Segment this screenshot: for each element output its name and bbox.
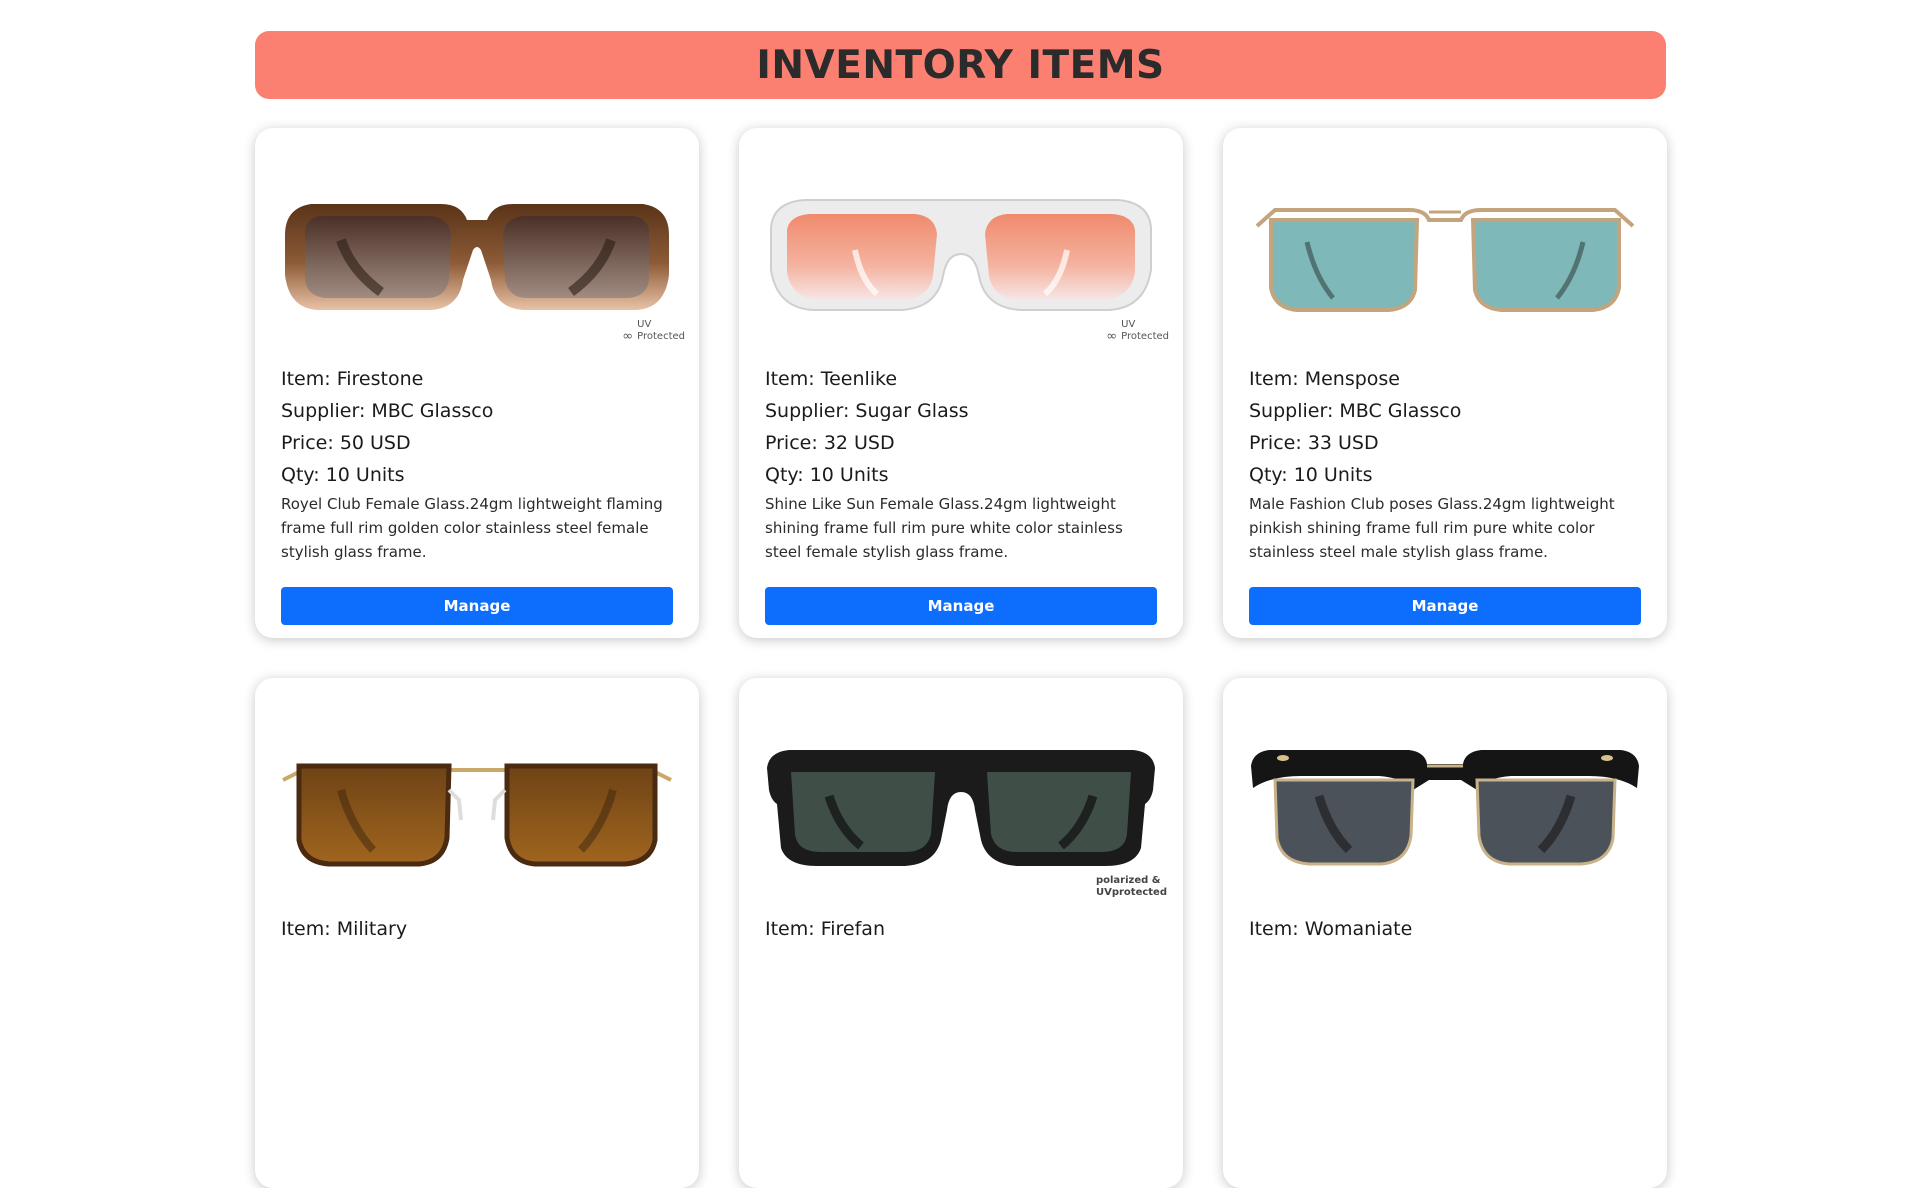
item-price: Price: 32 USD — [765, 432, 895, 454]
item-qty: Qty: 10 Units — [281, 464, 405, 486]
sunglasses-image — [1251, 749, 1639, 865]
product-image: ∞ UV Protected — [765, 152, 1169, 357]
sunglasses-image — [282, 763, 672, 866]
sunglasses-image — [285, 203, 669, 310]
glasses-icon: ∞ — [1106, 329, 1118, 344]
inventory-card: polarized & UVprotected Item: Firefan — [739, 678, 1183, 1188]
inventory-card: Item: Womaniate — [1223, 678, 1667, 1188]
product-image — [1249, 152, 1641, 357]
manage-button[interactable]: Manage — [765, 587, 1157, 625]
item-supplier: Supplier: MBC Glassco — [1249, 400, 1462, 422]
inventory-grid: ∞ UV Protected Item: Firestone Supplier:… — [255, 128, 1667, 1188]
inventory-card: ∞ UV Protected Item: Teenlike Supplier: … — [739, 128, 1183, 638]
item-description: Royel Club Female Glass.24gm lightweight… — [281, 495, 663, 561]
uv-badge: ∞ UV Protected — [622, 319, 685, 344]
item-supplier: Supplier: MBC Glassco — [281, 400, 494, 422]
inventory-card: Item: Menspose Supplier: MBC Glassco Pri… — [1223, 128, 1667, 638]
inventory-card: ∞ UV Protected Item: Firestone Supplier:… — [255, 128, 699, 638]
inventory-banner: INVENTORY ITEMS — [255, 31, 1666, 99]
item-description: Male Fashion Club poses Glass.24gm light… — [1249, 495, 1615, 561]
product-image — [281, 702, 673, 907]
item-qty: Qty: 10 Units — [1249, 464, 1373, 486]
item-price: Price: 33 USD — [1249, 432, 1379, 454]
item-name: Item: Teenlike — [765, 368, 898, 390]
inventory-card: Item: Military — [255, 678, 699, 1188]
item-qty: Qty: 10 Units — [765, 464, 889, 486]
page-title: INVENTORY ITEMS — [756, 42, 1165, 88]
item-name: Item: Womaniate — [1249, 918, 1413, 940]
sunglasses-image — [770, 198, 1152, 311]
inventory-page: INVENTORY ITEMS ∞ UV Protected Item: Fir… — [255, 31, 1667, 1188]
product-image: ∞ UV Protected — [281, 152, 685, 357]
manage-button[interactable]: Manage — [281, 587, 673, 625]
item-name: Item: Military — [281, 918, 408, 940]
product-image: polarized & UVprotected — [765, 702, 1167, 907]
manage-button[interactable]: Manage — [1249, 587, 1641, 625]
item-price: Price: 50 USD — [281, 432, 411, 454]
product-image — [1249, 702, 1641, 907]
item-supplier: Supplier: Sugar Glass — [765, 400, 969, 422]
uv-badge: ∞ UV Protected — [1106, 319, 1169, 344]
item-name: Item: Menspose — [1249, 368, 1400, 390]
sunglasses-image — [767, 749, 1155, 866]
item-description: Shine Like Sun Female Glass.24gm lightwe… — [765, 495, 1123, 561]
item-name: Item: Firefan — [765, 918, 885, 940]
sunglasses-image — [1255, 207, 1635, 312]
item-name: Item: Firestone — [281, 368, 424, 390]
polarized-badge: polarized & UVprotected — [1095, 875, 1167, 898]
glasses-icon: ∞ — [622, 329, 634, 344]
